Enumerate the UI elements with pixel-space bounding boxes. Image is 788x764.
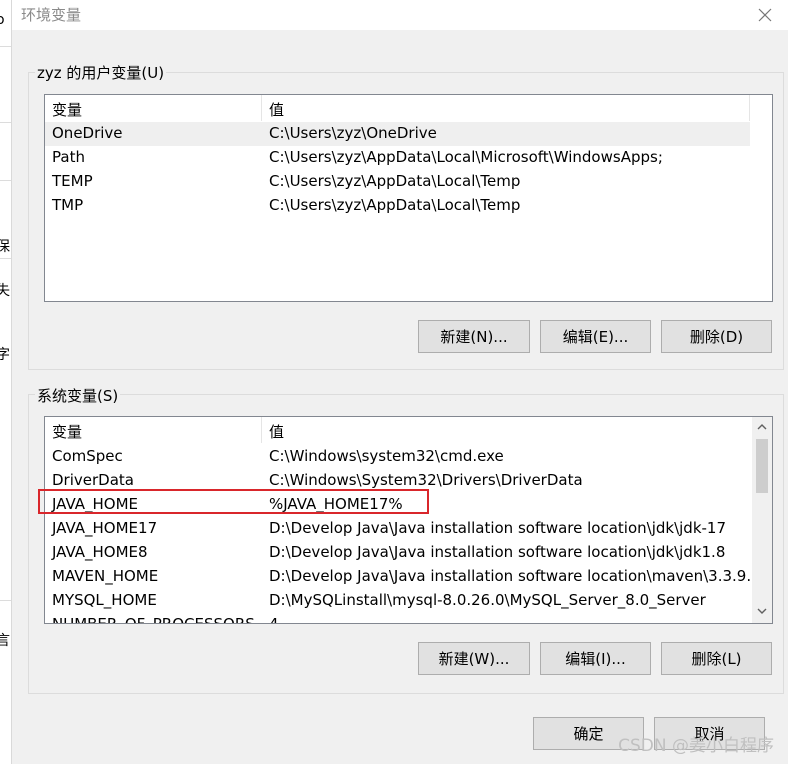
var-value: C:\Users\zyz\OneDrive — [269, 124, 437, 142]
scroll-up-arrow[interactable] — [756, 421, 768, 433]
column-header-variable[interactable]: 变量 — [52, 421, 82, 442]
list-row[interactable]: JAVA_HOME8 D:\Develop Java\Java installa… — [45, 541, 750, 565]
scroll-down-arrow[interactable] — [756, 605, 768, 617]
var-value: C:\Users\zyz\AppData\Local\Temp — [269, 196, 521, 214]
var-value: D:\Develop Java\Java installation softwa… — [269, 519, 727, 537]
system-delete-button[interactable]: 删除(L) — [661, 642, 772, 675]
user-vars-list[interactable]: 变量 值 OneDrive C:\Users\zyz\OneDrive Path… — [44, 94, 773, 302]
column-separator[interactable] — [261, 417, 262, 443]
list-row[interactable]: OneDrive C:\Users\zyz\OneDrive — [45, 122, 750, 146]
list-row[interactable]: TEMP C:\Users\zyz\AppData\Local\Temp — [45, 170, 750, 194]
close-button[interactable] — [742, 0, 788, 30]
divider — [0, 122, 11, 123]
divider — [0, 46, 11, 47]
var-name: OneDrive — [52, 124, 123, 142]
environment-variables-dialog: 环境变量 zyz 的用户变量(U) 变量 值 OneDrive C:\Users… — [12, 0, 788, 764]
system-new-button[interactable]: 新建(W)... — [418, 642, 530, 675]
var-value: %JAVA_HOME17% — [269, 495, 403, 513]
var-value: D:\MySQLinstall\mysql-8.0.26.0\MySQL_Ser… — [269, 591, 706, 609]
var-value: D:\Develop Java\Java installation softwa… — [269, 567, 761, 585]
list-header: 变量 值 — [45, 95, 750, 121]
var-name: JAVA_HOME — [52, 495, 139, 513]
list-row[interactable]: ComSpec C:\Windows\system32\cmd.exe — [45, 445, 750, 469]
var-name: NUMBER_OF_PROCESSORS — [52, 615, 255, 624]
list-row[interactable]: TMP C:\Users\zyz\AppData\Local\Temp — [45, 194, 750, 218]
var-name: TEMP — [52, 172, 93, 190]
var-name: JAVA_HOME17 — [52, 519, 158, 537]
vertical-scrollbar[interactable] — [752, 417, 772, 623]
background-fragment: 失 — [0, 280, 10, 300]
var-value: C:\Windows\system32\cmd.exe — [269, 447, 504, 465]
list-row[interactable]: Path C:\Users\zyz\AppData\Local\Microsof… — [45, 146, 750, 170]
var-name: ComSpec — [52, 447, 123, 465]
chevron-up-icon — [757, 424, 767, 430]
column-separator[interactable] — [261, 95, 262, 121]
system-edit-button[interactable]: 编辑(I)... — [540, 642, 651, 675]
list-row[interactable]: JAVA_HOME17 D:\Develop Java\Java install… — [45, 517, 750, 541]
background-window: o 保 失 字 言 — [0, 0, 12, 764]
background-fragment: 保 — [0, 236, 10, 256]
column-header-variable[interactable]: 变量 — [52, 99, 82, 120]
divider — [0, 600, 11, 601]
list-row[interactable]: DriverData C:\Windows\System32\Drivers\D… — [45, 469, 750, 493]
scroll-thumb[interactable] — [756, 439, 768, 493]
divider — [0, 180, 11, 181]
list-row[interactable]: NUMBER_OF_PROCESSORS 4 — [45, 613, 750, 624]
var-value: C:\Users\zyz\AppData\Local\Microsoft\Win… — [269, 148, 663, 166]
title-bar[interactable]: 环境变量 — [12, 0, 788, 30]
column-header-value[interactable]: 值 — [269, 99, 284, 120]
list-row[interactable]: JAVA_HOME %JAVA_HOME17% — [45, 493, 750, 517]
var-value: 4 — [269, 615, 279, 624]
column-separator[interactable] — [749, 95, 750, 121]
close-icon — [758, 8, 772, 22]
user-delete-button[interactable]: 删除(D) — [661, 320, 772, 353]
list-row[interactable]: MYSQL_HOME D:\MySQLinstall\mysql-8.0.26.… — [45, 589, 750, 613]
background-fragment: o — [0, 12, 5, 28]
var-name: JAVA_HOME8 — [52, 543, 148, 561]
background-fragment: 字 — [0, 344, 10, 364]
chevron-down-icon — [757, 608, 767, 614]
watermark: CSDN @姜小白程序 — [618, 736, 774, 756]
var-name: Path — [52, 148, 85, 166]
user-vars-label: zyz 的用户变量(U) — [35, 62, 167, 83]
dialog-title: 环境变量 — [21, 6, 82, 24]
system-vars-list[interactable]: 变量 值 ComSpec C:\Windows\system32\cmd.exe… — [44, 416, 773, 624]
list-row[interactable]: MAVEN_HOME D:\Develop Java\Java installa… — [45, 565, 761, 589]
list-header: 变量 值 — [45, 417, 750, 443]
divider — [0, 258, 11, 259]
background-fragment: 言 — [0, 630, 10, 650]
var-value: D:\Develop Java\Java installation softwa… — [269, 543, 726, 561]
column-header-value[interactable]: 值 — [269, 421, 284, 442]
var-name: MYSQL_HOME — [52, 591, 157, 609]
var-name: TMP — [52, 196, 84, 214]
user-edit-button[interactable]: 编辑(E)... — [540, 320, 651, 353]
var-name: MAVEN_HOME — [52, 567, 159, 585]
user-new-button[interactable]: 新建(N)... — [418, 320, 530, 353]
var-value: C:\Windows\System32\Drivers\DriverData — [269, 471, 583, 489]
system-vars-label: 系统变量(S) — [35, 385, 121, 406]
var-name: DriverData — [52, 471, 134, 489]
var-value: C:\Users\zyz\AppData\Local\Temp — [269, 172, 521, 190]
